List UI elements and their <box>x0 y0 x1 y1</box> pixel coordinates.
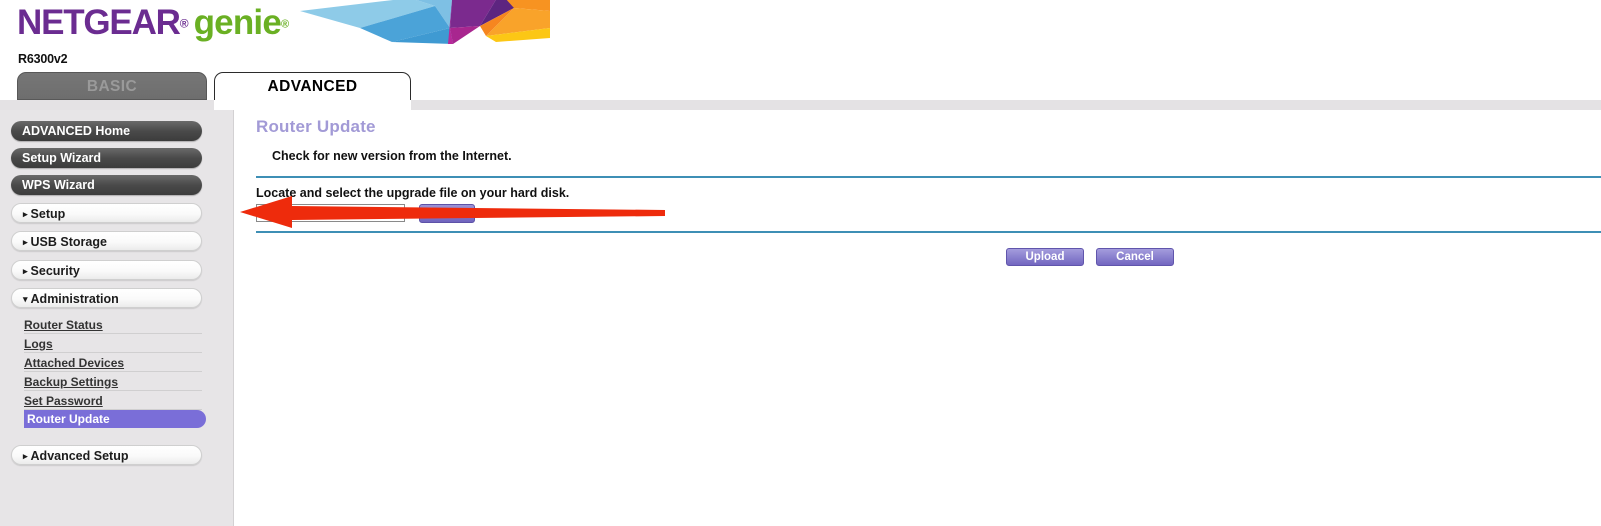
divider-bottom <box>256 231 1601 233</box>
sidebar-item-advanced-home[interactable]: ADVANCED Home <box>11 121 202 141</box>
browse-button[interactable]: Browse <box>419 204 475 223</box>
sidebar-item-logs[interactable]: Logs <box>24 335 202 353</box>
upload-button[interactable]: Upload <box>1006 248 1084 266</box>
sidebar-section-administration[interactable]: ▾ Administration <box>11 288 202 308</box>
chevron-right-icon: ▸ <box>23 237 28 247</box>
sidebar-section-usb-storage[interactable]: ▸ USB Storage <box>11 231 202 251</box>
netgear-genie-logo: NETGEAR® genie® <box>17 5 289 40</box>
sidebar-section-advanced-setup[interactable]: ▸ Advanced Setup <box>11 445 202 465</box>
sidebar-item-backup-settings[interactable]: Backup Settings <box>24 373 202 391</box>
tab-underline-strip <box>0 100 1601 110</box>
tab-basic[interactable]: BASIC <box>17 72 207 100</box>
tab-active-notch <box>214 100 411 110</box>
chevron-right-icon: ▸ <box>23 209 28 219</box>
tab-bar: BASIC ADVANCED <box>0 72 1601 100</box>
router-admin-page: NETGEAR® genie® R6300v2 BASIC ADVANCED AD… <box>0 0 1601 526</box>
page-title: Router Update <box>256 117 376 136</box>
locate-file-text: Locate and select the upgrade file on yo… <box>256 186 570 200</box>
chevron-right-icon: ▸ <box>23 451 28 461</box>
check-version-text: Check for new version from the Internet. <box>272 149 512 163</box>
sidebar-section-setup[interactable]: ▸ Setup <box>11 203 202 223</box>
tab-advanced[interactable]: ADVANCED <box>214 72 411 100</box>
cancel-button[interactable]: Cancel <box>1096 248 1174 266</box>
sidebar-navigation: ADVANCED Home Setup Wizard WPS Wizard ▸ S… <box>0 110 234 526</box>
sidebar-section-label: Setup <box>30 207 66 221</box>
main-content: Router Update Check for new version from… <box>235 110 1601 526</box>
netgear-ribbon-graphic <box>300 0 550 44</box>
upgrade-file-input[interactable] <box>256 204 405 222</box>
registered-mark-icon: ® <box>179 16 189 31</box>
brand-genie-text: genie <box>193 3 282 42</box>
router-model-label: R6300v2 <box>18 52 68 66</box>
chevron-down-icon: ▾ <box>23 294 28 304</box>
chevron-right-icon: ▸ <box>23 266 28 276</box>
sidebar-item-router-status[interactable]: Router Status <box>24 316 202 334</box>
sidebar-item-set-password[interactable]: Set Password <box>24 392 202 410</box>
sidebar-section-security[interactable]: ▸ Security <box>11 260 202 280</box>
sidebar-item-attached-devices[interactable]: Attached Devices <box>24 354 202 372</box>
brand-netgear-text: NETGEAR <box>17 3 181 42</box>
sidebar-item-setup-wizard[interactable]: Setup Wizard <box>11 148 202 168</box>
registered-mark-2-icon: ® <box>281 18 290 31</box>
sidebar-item-wps-wizard[interactable]: WPS Wizard <box>11 175 202 195</box>
sidebar-item-router-update[interactable]: Router Update <box>24 410 206 428</box>
sidebar-section-label: Security <box>30 264 80 278</box>
sidebar-section-label: Advanced Setup <box>30 449 129 463</box>
sidebar-section-label: Administration <box>30 292 119 306</box>
sidebar-section-label: USB Storage <box>30 235 107 249</box>
divider-top <box>256 176 1601 178</box>
